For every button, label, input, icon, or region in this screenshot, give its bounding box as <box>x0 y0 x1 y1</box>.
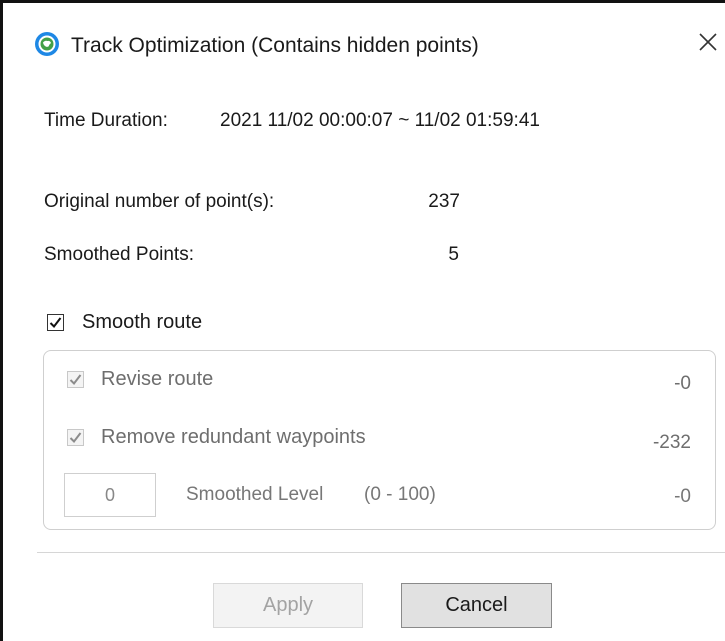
cancel-button[interactable]: Cancel <box>401 583 552 628</box>
checkmark-icon <box>49 317 62 329</box>
track-optimization-dialog: Track Optimization (Contains hidden poin… <box>0 0 725 641</box>
revise-route-delta: -0 <box>674 373 691 394</box>
dialog-title: Track Optimization (Contains hidden poin… <box>71 34 479 57</box>
smooth-route-label[interactable]: Smooth route <box>82 310 202 334</box>
footer-divider <box>37 552 725 553</box>
checkmark-icon <box>69 374 82 386</box>
smoothed-points-label: Smoothed Points: <box>44 244 194 265</box>
smoothed-level-label: Smoothed Level <box>186 484 324 505</box>
time-duration-label: Time Duration: <box>44 110 168 131</box>
app-globe-icon <box>34 31 60 57</box>
time-duration-value: 2021 11/02 00:00:07 ~ 11/02 01:59:41 <box>220 110 540 131</box>
title-bar[interactable]: Track Optimization (Contains hidden poin… <box>3 3 725 83</box>
checkmark-icon <box>69 432 82 444</box>
smoothed-level-input[interactable] <box>64 473 156 517</box>
smoothed-points-value: 5 <box>448 244 459 265</box>
remove-redundant-delta: -232 <box>652 432 691 453</box>
revise-route-checkbox[interactable] <box>67 371 84 388</box>
close-icon <box>698 32 718 57</box>
original-points-label: Original number of point(s): <box>44 191 275 212</box>
apply-button[interactable]: Apply <box>213 583 363 628</box>
smoothed-level-delta: -0 <box>674 486 691 507</box>
remove-redundant-checkbox[interactable] <box>67 429 84 446</box>
smooth-route-checkbox[interactable] <box>47 314 64 331</box>
remove-redundant-label: Remove redundant waypoints <box>101 426 366 448</box>
original-points-value: 237 <box>428 191 460 212</box>
close-button[interactable] <box>691 27 725 61</box>
smoothed-level-range: (0 - 100) <box>364 484 436 505</box>
revise-route-label: Revise route <box>101 368 214 390</box>
